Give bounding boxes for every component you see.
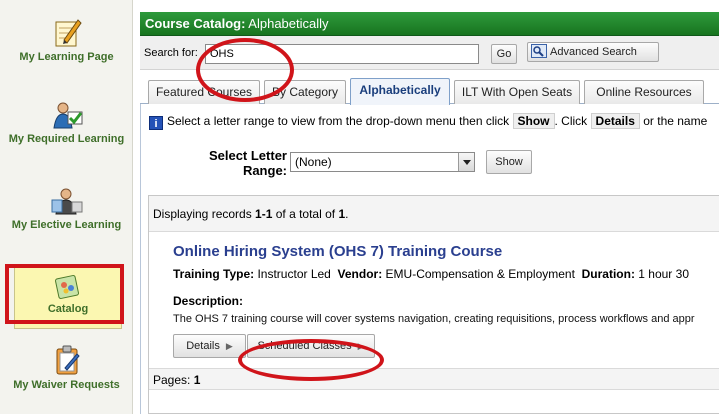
pages-label: Pages:: [153, 373, 191, 387]
description-label: Description:: [173, 294, 244, 308]
advanced-search-label: Advanced Search: [550, 46, 637, 58]
training-type-value: Instructor Led: [257, 267, 331, 281]
waiver-clipboard-icon: [56, 345, 80, 375]
instructions-show-keyword: Show: [512, 113, 555, 129]
search-annotation-oval: [196, 38, 294, 102]
course-meta: Training Type: Instructor Led Vendor: EM…: [173, 267, 689, 281]
sidebar-item-label: My Learning Page: [19, 51, 114, 63]
training-type-label: Training Type:: [173, 267, 255, 281]
catalog-content: i Select a letter range to view from the …: [140, 104, 719, 414]
letter-range-value: (None): [295, 155, 332, 169]
required-learning-icon: [52, 102, 82, 129]
sidebar-item-my-learning-page[interactable]: My Learning Page: [8, 16, 125, 64]
instructions-text-1: Select a letter range to view from the d…: [167, 114, 510, 128]
page-title: Course Catalog: Alphabetically: [140, 12, 719, 36]
sidebar-nav: My Learning Page My Required Learning My…: [0, 0, 133, 414]
pencil-notepad-icon: [55, 19, 82, 47]
page-title-bold: Course Catalog:: [145, 16, 246, 31]
pagination-bar: Pages: 1: [149, 368, 719, 390]
scheduled-classes-annotation-oval: [238, 339, 384, 381]
catalog-annotation-box: [5, 264, 124, 324]
go-button[interactable]: Go: [491, 44, 517, 64]
info-icon: i: [149, 116, 163, 130]
page-title-rest: Alphabetically: [245, 16, 329, 31]
chevron-right-icon: ▶: [225, 341, 233, 351]
page-link-1[interactable]: 1: [194, 373, 201, 387]
results-panel: Displaying records 1-1 of a total of 1. …: [148, 195, 719, 414]
course-title-link[interactable]: Online Hiring System (OHS 7) Training Co…: [173, 243, 502, 260]
description-text: The OHS 7 training course will cover sys…: [173, 313, 695, 325]
records-middle: of a total of: [272, 207, 339, 221]
duration-label: Duration:: [581, 267, 635, 281]
letter-range-label: Select Letter Range:: [208, 148, 287, 178]
letter-range-select[interactable]: (None): [290, 152, 475, 172]
elective-learning-icon: [51, 188, 82, 215]
tab-ilt-open-seats[interactable]: ILT With Open Seats: [454, 80, 580, 104]
sidebar-item-my-required-learning[interactable]: My Required Learning: [8, 100, 125, 146]
records-suffix: .: [345, 207, 349, 221]
instructions-details-keyword: Details: [590, 113, 640, 129]
sidebar-item-label: My Elective Learning: [11, 219, 122, 231]
tab-online-resources[interactable]: Online Resources: [584, 80, 704, 104]
vendor-value: EMU-Compensation & Employment: [385, 267, 575, 281]
sidebar-item-label: My Waiver Requests: [13, 379, 120, 391]
tab-alphabetically[interactable]: Alphabetically: [350, 78, 450, 105]
instructions-text-3: or the name: [643, 114, 708, 128]
instructions-text-2: . Click: [554, 114, 588, 128]
duration-value: 1 hour 30: [638, 267, 689, 281]
advanced-search-button[interactable]: Advanced Search: [527, 42, 659, 62]
sidebar-item-my-elective-learning[interactable]: My Elective Learning: [8, 186, 125, 232]
records-prefix: Displaying records: [153, 207, 256, 221]
advanced-search-icon: [531, 44, 547, 58]
show-button[interactable]: Show: [486, 150, 532, 174]
dropdown-arrow-icon[interactable]: [458, 153, 474, 171]
details-button[interactable]: Details ▶: [173, 334, 246, 358]
vendor-label: Vendor:: [337, 267, 383, 281]
instructions-line: i Select a letter range to view from the …: [149, 113, 708, 130]
records-summary: Displaying records 1-1 of a total of 1.: [149, 196, 719, 232]
details-button-label: Details: [186, 340, 220, 352]
sidebar-item-label: My Required Learning: [8, 133, 125, 145]
records-range: 1-1: [255, 207, 273, 221]
search-label: Search for:: [144, 47, 198, 59]
sidebar-item-my-waiver-requests[interactable]: My Waiver Requests: [8, 344, 125, 392]
